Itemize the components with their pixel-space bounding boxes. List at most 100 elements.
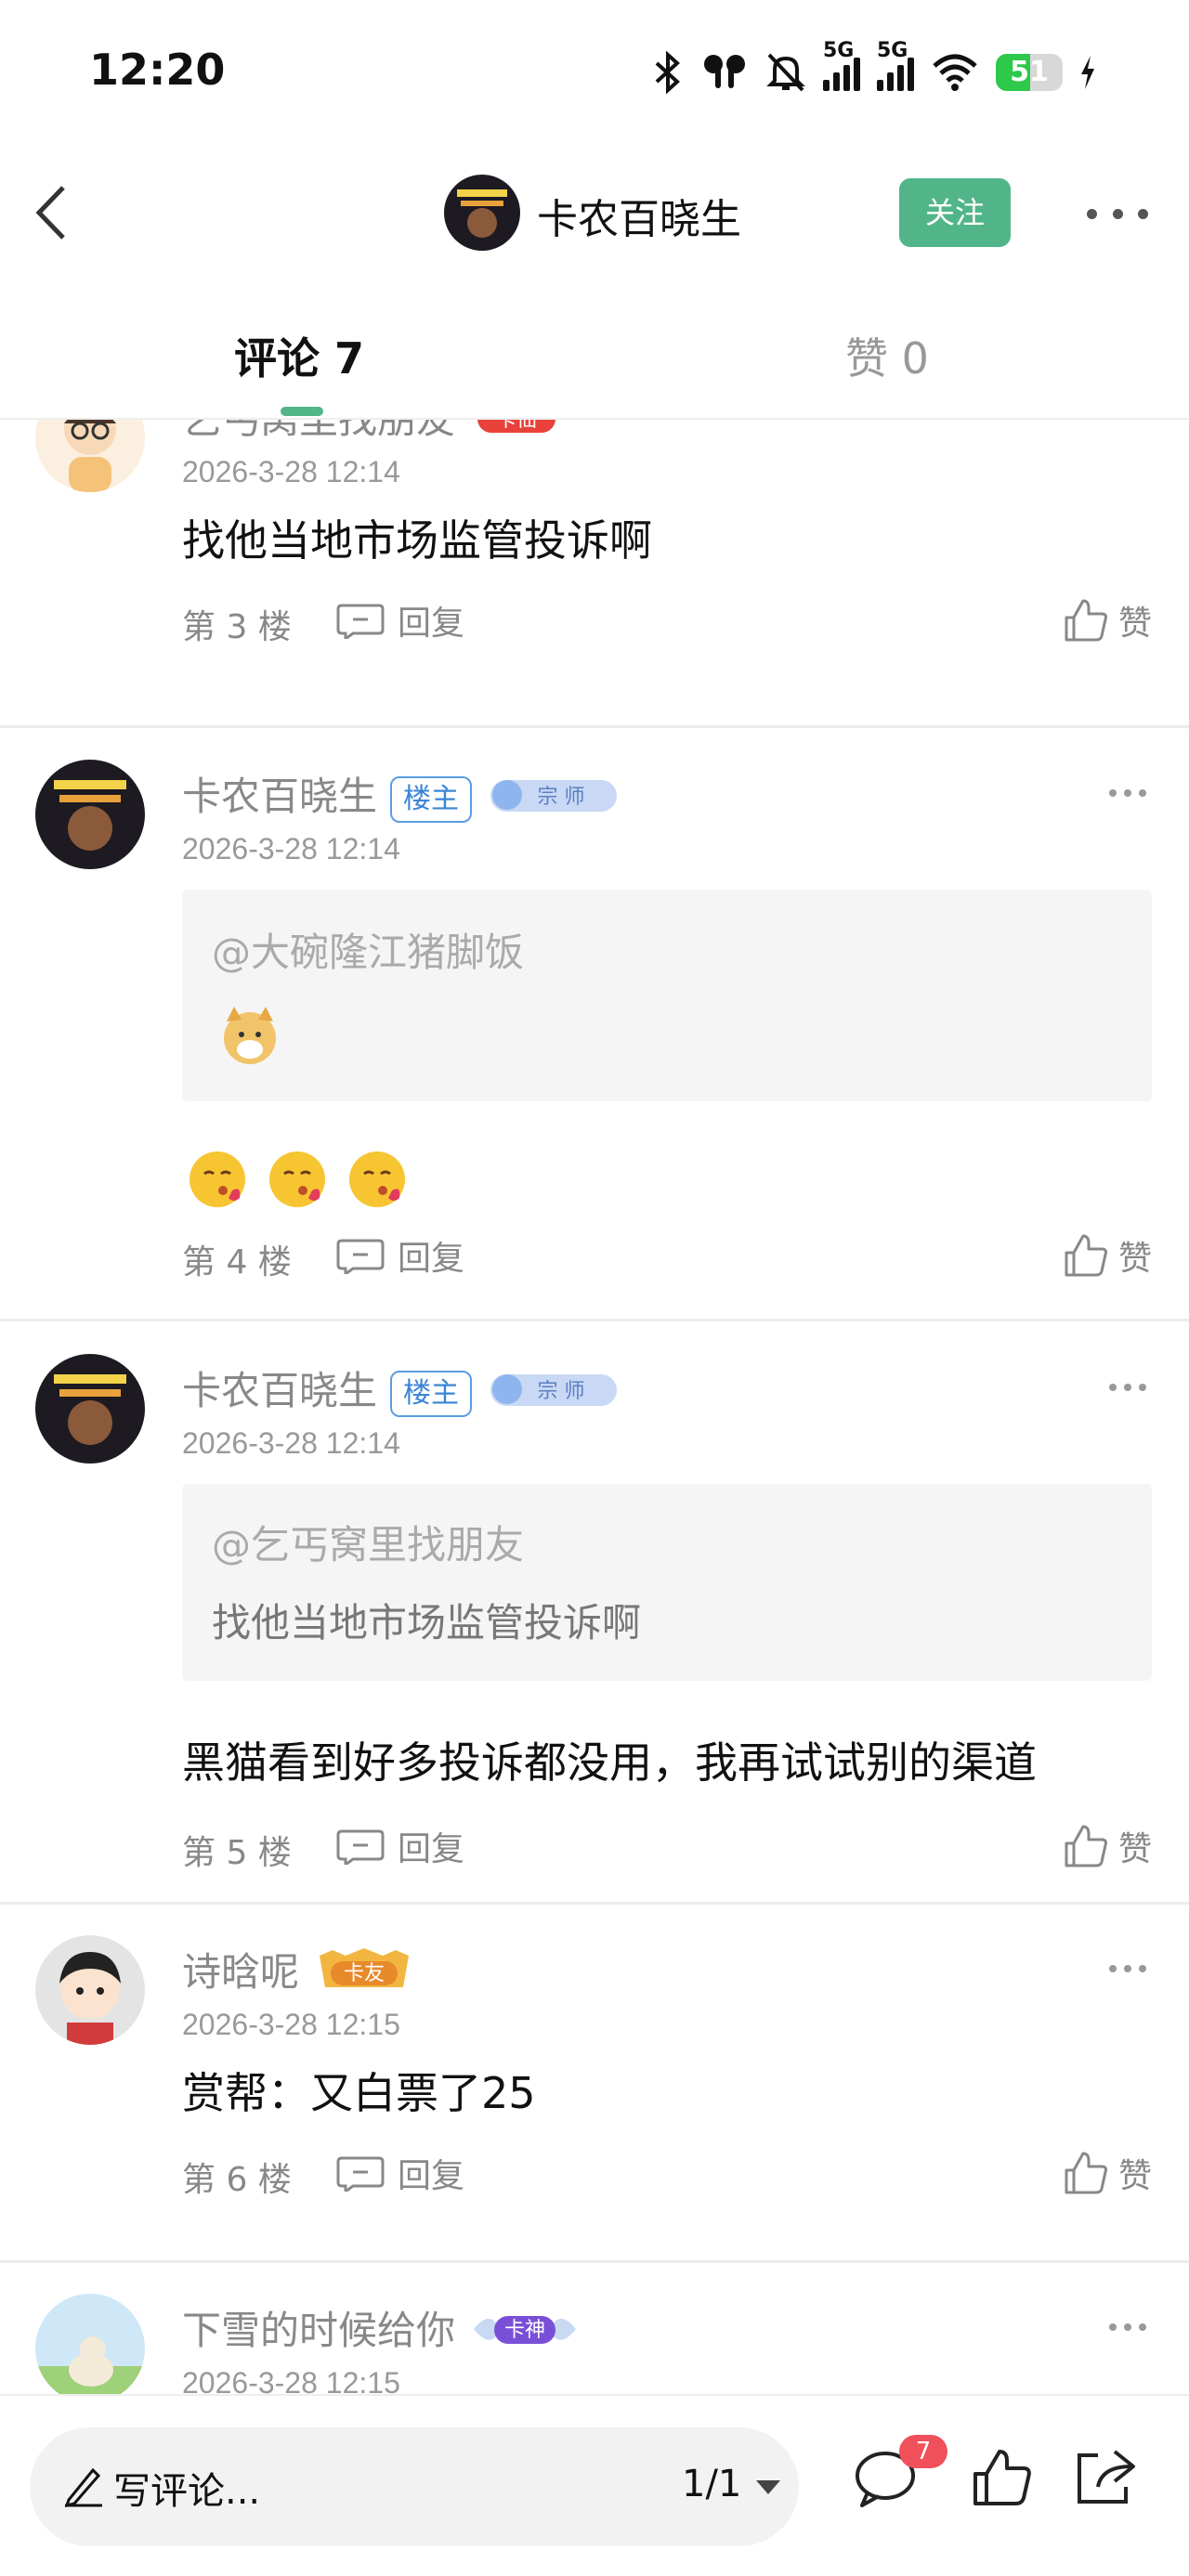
top-nav: 卡农百晓生 关注	[0, 158, 1189, 269]
thumb-up-icon	[1065, 2152, 1107, 2194]
floor-number: 第 6 楼	[182, 2161, 292, 2199]
user-avatar[interactable]	[35, 760, 145, 869]
comment-more-icon[interactable]	[1109, 420, 1146, 425]
quoted-text: 找他当地市场监管投诉啊	[212, 1600, 642, 1646]
reply-button[interactable]: 回复	[336, 592, 464, 648]
comment-item: 诗晗呢 卡友 2026-3-28 12:15 赏帮：又白票了25 第 6 楼 回复…	[0, 1935, 1189, 2251]
header-avatar[interactable]	[444, 175, 520, 251]
comment-text: 黑猫看到好多投诉都没用，我再试试别的渠道	[182, 1737, 1037, 1788]
svg-text:宗 师: 宗 师	[538, 1380, 585, 1403]
divider	[0, 725, 1189, 728]
medal-label: 卡仙	[496, 420, 537, 432]
thumb-up-icon	[1065, 1825, 1107, 1867]
page-title[interactable]: 卡农百晓生	[537, 186, 741, 245]
comment-time: 2026-3-28 12:15	[182, 2008, 400, 2041]
comment-input[interactable]: 写评论... 1/1	[30, 2427, 799, 2546]
charging-icon	[1081, 56, 1094, 89]
svg-text:宗 师: 宗 师	[538, 786, 585, 809]
medal-label: 卡友	[344, 1962, 385, 1985]
kiss-emoji-icon	[349, 1151, 405, 1207]
level-medal: 宗 师	[487, 771, 621, 828]
battery-icon: 51	[996, 54, 1063, 91]
comment-username[interactable]: 卡农百晓生 楼主宗 师	[182, 1360, 621, 1423]
doge-emoji-icon	[224, 1007, 276, 1064]
comment-username[interactable]: 诗晗呢 卡友	[182, 1941, 414, 2004]
wifi-icon	[933, 54, 977, 91]
comment-text: 找他当地市场监管投诉啊	[182, 515, 652, 566]
reply-icon	[336, 1829, 385, 1865]
comment-item: 乞丐窝里找朋友卡仙 2026-3-28 12:14 找他当地市场监管投诉啊 第 …	[0, 420, 1189, 680]
user-avatar[interactable]	[35, 1354, 145, 1464]
floor-number: 第 4 楼	[182, 1243, 292, 1281]
pencil-icon	[64, 2467, 102, 2507]
comment-username[interactable]: 下雪的时候给你 卡神	[182, 2299, 580, 2362]
level-medal: 卡友	[314, 1946, 414, 2004]
reply-icon	[336, 2156, 385, 2192]
caret-down-icon	[756, 2480, 781, 2494]
divider	[0, 1319, 1189, 1321]
user-avatar[interactable]	[35, 1935, 145, 2045]
quoted-comment[interactable]: @大碗隆江猪脚饭	[182, 890, 1152, 1101]
comment-text: 赏帮：又白票了25	[182, 2068, 536, 2118]
thumb-up-icon	[1065, 1234, 1107, 1277]
comment-username[interactable]: 卡农百晓生 楼主宗 师	[182, 765, 621, 828]
comment-more-icon[interactable]	[1109, 1378, 1146, 1397]
user-avatar[interactable]	[35, 2294, 145, 2394]
comment-footer: 第 5 楼 回复 赞	[182, 1818, 1152, 1874]
medal-label: 卡神	[504, 2319, 545, 2342]
signal-icon-1: 5G	[823, 39, 860, 91]
comment-footer: 第 6 楼 回复 赞	[182, 2145, 1152, 2201]
floor-number: 第 3 楼	[182, 608, 292, 646]
tab-likes[interactable]: 赞 0	[845, 325, 929, 386]
tab-indicator	[281, 407, 323, 416]
quoted-username: @乞丐窝里找朋友	[212, 1522, 525, 1568]
signal-icon-2: 5G	[877, 39, 914, 91]
level-medal: 宗 师	[487, 1365, 621, 1423]
user-avatar[interactable]	[35, 420, 145, 492]
share-icon[interactable]	[1074, 2444, 1139, 2509]
more-options-icon[interactable]	[1087, 195, 1148, 232]
reply-icon	[336, 604, 385, 639]
reply-icon	[336, 1239, 385, 1274]
reply-button[interactable]: 回复	[336, 2145, 464, 2201]
thumb-up-icon[interactable]	[970, 2446, 1035, 2511]
comment-footer: 第 4 楼 回复 赞	[182, 1228, 1152, 1283]
comment-list[interactable]: 乞丐窝里找朋友卡仙 2026-3-28 12:14 找他当地市场监管投诉啊 第 …	[0, 420, 1189, 2394]
back-icon[interactable]	[26, 180, 82, 245]
comment-more-icon[interactable]	[1109, 1959, 1146, 1978]
comment-time: 2026-3-28 12:14	[182, 832, 400, 865]
floor-number: 第 5 楼	[182, 1834, 292, 1872]
emoji-row	[186, 1148, 409, 1211]
quoted-comment[interactable]: @乞丐窝里找朋友 找他当地市场监管投诉啊	[182, 1484, 1152, 1681]
bottom-bar: 写评论... 1/1 7	[0, 2394, 1189, 2576]
kiss-emoji-icon	[269, 1151, 325, 1207]
comment-more-icon[interactable]	[1109, 784, 1146, 802]
like-button[interactable]: 赞	[1063, 592, 1152, 648]
comment-time: 2026-3-28 12:14	[182, 455, 400, 488]
comment-footer: 第 3 楼 回复 赞	[182, 592, 1152, 648]
comment-count-badge: 7	[899, 2435, 947, 2468]
like-button[interactable]: 赞	[1063, 1228, 1152, 1283]
earbuds-icon	[704, 55, 745, 88]
comment-item: 卡农百晓生 楼主宗 师 2026-3-28 12:14 @大碗隆江猪脚饭 第 4 …	[0, 760, 1189, 1283]
comment-more-icon[interactable]	[1109, 2318, 1146, 2336]
host-badge: 楼主	[390, 775, 473, 823]
like-button[interactable]: 赞	[1063, 1818, 1152, 1874]
comment-item: 卡农百晓生 楼主宗 师 2026-3-28 12:14 @乞丐窝里找朋友 找他当地…	[0, 1354, 1189, 1893]
page-selector[interactable]: 1/1	[682, 2463, 782, 2505]
reply-button[interactable]: 回复	[336, 1228, 464, 1283]
comment-username[interactable]: 乞丐窝里找朋友卡仙	[182, 420, 563, 448]
like-button[interactable]: 赞	[1063, 2145, 1152, 2201]
comment-item: 下雪的时候给你 卡神 2026-3-28 12:15	[0, 2294, 1189, 2394]
host-badge: 楼主	[390, 1370, 473, 1417]
thumb-up-icon	[1065, 599, 1107, 642]
comment-time: 2026-3-28 12:14	[182, 1426, 400, 1460]
reply-button[interactable]: 回复	[336, 1818, 464, 1874]
comment-time: 2026-3-28 12:15	[182, 2366, 400, 2394]
status-icons: 5G 5G 51	[652, 39, 1096, 97]
tab-comments[interactable]: 评论 7	[234, 325, 364, 386]
kiss-emoji-icon	[189, 1151, 245, 1207]
level-medal: 卡仙	[470, 420, 563, 448]
follow-button[interactable]: 关注	[899, 178, 1011, 247]
bell-muted-icon	[766, 53, 805, 92]
